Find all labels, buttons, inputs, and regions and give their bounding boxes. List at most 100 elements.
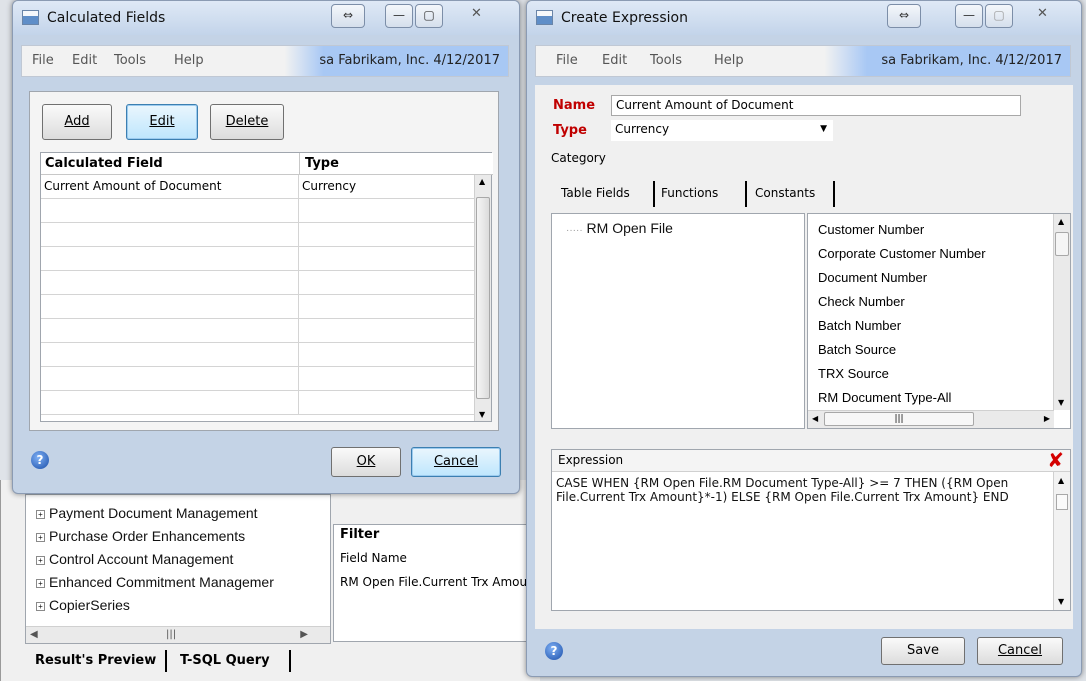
tree-item-enhanced-commitment[interactable]: + Enhanced Commitment Managemer: [36, 574, 274, 590]
ok-button[interactable]: OK: [331, 447, 401, 477]
expand-icon[interactable]: +: [36, 579, 45, 588]
table-row[interactable]: [41, 367, 475, 391]
field-name-value[interactable]: RM Open File.Current Trx Amou: [340, 575, 527, 589]
tree-item-control-account[interactable]: + Control Account Management: [36, 551, 233, 567]
help-icon[interactable]: ?: [31, 451, 49, 469]
type-select[interactable]: Currency ▼: [611, 120, 833, 141]
calc-window-title: Calculated Fields: [47, 10, 166, 26]
tab-tsql-query[interactable]: T-SQL Query: [180, 653, 270, 668]
calc-menubar: File Edit Tools Help sa Fabrikam, Inc. 4…: [21, 45, 509, 77]
category-tabs: Table Fields Functions Constants: [547, 179, 847, 209]
menu-tools[interactable]: Tools: [114, 53, 146, 68]
app-icon: [22, 10, 39, 25]
minimize-button[interactable]: —: [955, 4, 983, 28]
table-row[interactable]: [41, 391, 475, 415]
tree-item-purchase-order[interactable]: + Purchase Order Enhancements: [36, 528, 245, 544]
expr-menubar: File Edit Tools Help sa Fabrikam, Inc. 4…: [535, 45, 1071, 77]
list-item[interactable]: RM Document Type-All: [818, 390, 951, 405]
list-item[interactable]: Document Number: [818, 270, 927, 285]
filter-header: Filter: [340, 527, 380, 542]
table-row[interactable]: [41, 247, 475, 271]
cell-field: Current Amount of Document: [41, 175, 299, 199]
table-row[interactable]: [41, 271, 475, 295]
scroll-up-icon[interactable]: ▲: [479, 177, 485, 186]
expression-vscrollbar[interactable]: ▲ ▼: [1053, 472, 1070, 610]
expand-icon[interactable]: +: [36, 556, 45, 565]
restore-layout-icon[interactable]: ⇔: [887, 4, 921, 28]
chevron-down-icon[interactable]: ▼: [820, 120, 827, 139]
menu-file[interactable]: File: [556, 53, 578, 68]
list-item[interactable]: Batch Number: [818, 318, 901, 333]
grid-vscrollbar[interactable]: ▲ ▼: [474, 175, 491, 421]
tab-functions[interactable]: Functions: [661, 179, 718, 209]
edit-button[interactable]: Edit: [126, 104, 198, 140]
close-button[interactable]: ✕: [471, 6, 482, 21]
user-company-date: sa Fabrikam, Inc. 4/12/2017: [319, 53, 500, 68]
menu-edit[interactable]: Edit: [72, 53, 97, 68]
expand-icon[interactable]: +: [36, 510, 45, 519]
type-label: Type: [553, 123, 587, 138]
tree-item-rm-open-file[interactable]: ····· RM Open File: [566, 220, 673, 236]
expand-icon[interactable]: +: [36, 602, 45, 611]
table-row[interactable]: [41, 343, 475, 367]
scroll-down-icon[interactable]: ▼: [1058, 597, 1064, 606]
tab-results-preview[interactable]: Result's Preview: [35, 653, 156, 668]
list-item[interactable]: TRX Source: [818, 366, 889, 381]
maximize-button[interactable]: ▢: [415, 4, 443, 28]
fields-hscrollbar[interactable]: ◀ ||| ▶: [808, 410, 1054, 428]
list-item[interactable]: Customer Number: [818, 222, 924, 237]
name-field[interactable]: Current Amount of Document: [611, 95, 1021, 116]
menu-help[interactable]: Help: [174, 53, 204, 68]
maximize-button[interactable]: ▢: [985, 4, 1013, 28]
expression-textarea[interactable]: CASE WHEN {RM Open File.RM Document Type…: [556, 476, 1044, 504]
clear-expression-icon[interactable]: ✘: [1047, 448, 1064, 472]
scroll-down-icon[interactable]: ▼: [479, 410, 485, 419]
scroll-up-icon[interactable]: ▲: [1058, 217, 1064, 226]
cancel-button[interactable]: Cancel: [411, 447, 501, 477]
table-row[interactable]: [41, 223, 475, 247]
user-company-date: sa Fabrikam, Inc. 4/12/2017: [881, 53, 1062, 68]
expr-window-title: Create Expression: [561, 10, 688, 26]
table-row[interactable]: [41, 199, 475, 223]
calculated-fields-grid: Calculated Field Type Current Amount of …: [40, 152, 493, 422]
tree-item-payment-document[interactable]: + Payment Document Management: [36, 505, 258, 521]
scroll-thumb[interactable]: [1055, 232, 1069, 256]
scroll-down-icon[interactable]: ▼: [1058, 398, 1064, 407]
tab-table-fields[interactable]: Table Fields: [561, 179, 630, 209]
tree-item-copierseries[interactable]: + CopierSeries: [36, 597, 130, 613]
tab-constants[interactable]: Constants: [755, 179, 815, 209]
expression-header: Expression ✘: [552, 448, 1070, 472]
fields-vscrollbar[interactable]: ▲ ▼: [1053, 214, 1070, 410]
expression-label: Expression: [558, 453, 624, 467]
background-window: + Payment Document Management + Purchase O…: [0, 480, 541, 681]
scroll-thumb[interactable]: [476, 197, 490, 399]
fields-list: Customer Number Corporate Customer Numbe…: [807, 213, 1071, 429]
calculated-fields-window: Calculated Fields ⇔ — ▢ ✕ File Edit Tool…: [12, 0, 520, 494]
name-label: Name: [553, 98, 596, 113]
cancel-button[interactable]: Cancel: [977, 637, 1063, 665]
list-item[interactable]: Corporate Customer Number: [818, 246, 986, 261]
expand-icon[interactable]: +: [36, 533, 45, 542]
list-item[interactable]: Check Number: [818, 294, 905, 309]
menu-help[interactable]: Help: [714, 53, 744, 68]
table-row[interactable]: [41, 319, 475, 343]
menu-edit[interactable]: Edit: [602, 53, 627, 68]
close-button[interactable]: ✕: [1037, 6, 1048, 21]
table-row[interactable]: [41, 295, 475, 319]
scroll-thumb[interactable]: [1056, 494, 1068, 510]
restore-layout-icon[interactable]: ⇔: [331, 4, 365, 28]
component-tree: + Payment Document Management + Purchase O…: [25, 494, 331, 644]
tree-hscrollbar[interactable]: ◀ ||| ▶: [26, 626, 330, 643]
menu-file[interactable]: File: [32, 53, 54, 68]
filter-panel: Filter Field Name RM Open File.Current T…: [333, 524, 541, 642]
expr-titlebar: Create Expression ⇔ — ▢ ✕: [527, 1, 1081, 35]
minimize-button[interactable]: —: [385, 4, 413, 28]
table-row[interactable]: Current Amount of Document Currency: [41, 175, 475, 199]
menu-tools[interactable]: Tools: [650, 53, 682, 68]
save-button[interactable]: Save: [881, 637, 965, 665]
delete-button[interactable]: Delete: [210, 104, 284, 140]
help-icon[interactable]: ?: [545, 642, 563, 660]
add-button[interactable]: Add: [42, 104, 112, 140]
list-item[interactable]: Batch Source: [818, 342, 896, 357]
scroll-up-icon[interactable]: ▲: [1058, 476, 1064, 485]
